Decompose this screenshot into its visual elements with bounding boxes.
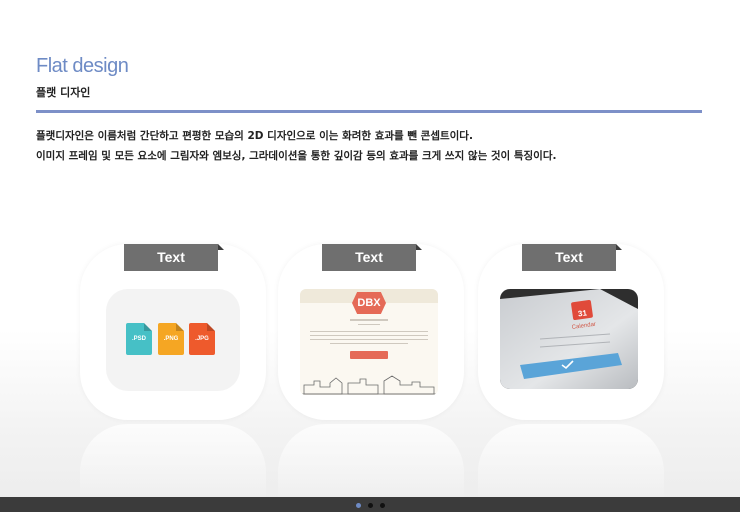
pager-dot-1[interactable] [356, 503, 361, 508]
text-line [350, 319, 388, 321]
text-line [310, 335, 428, 336]
dbx-logo: DBX [352, 292, 386, 314]
card-tab-label: Text [322, 244, 422, 271]
card-image: DBX [300, 289, 438, 395]
description-line-1: 플랫디자인은 이름처럼 간단하고 편평한 모습의 2D 디자인으로 이는 화려한… [36, 130, 473, 142]
pager-dot-3[interactable] [380, 503, 385, 508]
card-image: .PSD .PNG .JPG [106, 289, 240, 391]
card-tab-label: Text [124, 244, 224, 271]
card-file-formats[interactable]: Text .PSD .PNG .JPG [80, 244, 266, 504]
card-image: 31 Calendar [500, 289, 638, 389]
card-tab-label: Text [522, 244, 622, 271]
card-reflection [80, 424, 266, 504]
pager-dot-2[interactable] [368, 503, 373, 508]
card-calendar-photo[interactable]: Text 31 Calendar [478, 244, 664, 504]
site-cta-button [350, 351, 388, 359]
calendar-day-number: 31 [577, 308, 588, 318]
city-skyline-illustration [300, 373, 438, 395]
page-title: Flat design [36, 55, 129, 77]
text-line [330, 343, 408, 344]
text-line [310, 339, 428, 340]
title-divider [36, 110, 702, 113]
calendar-app-photo: 31 Calendar [500, 289, 638, 389]
card-website-mock[interactable]: Text DBX [278, 244, 464, 504]
bottom-bar [0, 497, 740, 512]
description: 플랫디자인은 이름처럼 간단하고 편평한 모습의 2D 디자인으로 이는 화려한… [36, 126, 716, 166]
file-ext-label: .PNG [163, 336, 179, 342]
file-ext-label: .PSD [131, 336, 146, 342]
png-file-icon: .PNG [158, 323, 184, 355]
text-line [358, 324, 380, 325]
text-line [310, 331, 428, 332]
file-ext-label: .JPG [195, 336, 209, 342]
page-subtitle: 플랫 디자인 [36, 86, 91, 99]
description-line-2: 이미지 프레임 및 모든 요소에 그림자와 엠보싱, 그라데이션을 통한 깊이감… [36, 150, 557, 162]
card-reflection [478, 424, 664, 504]
jpg-file-icon: .JPG [189, 323, 215, 355]
card-reflection [278, 424, 464, 504]
psd-file-icon: .PSD [126, 323, 152, 355]
